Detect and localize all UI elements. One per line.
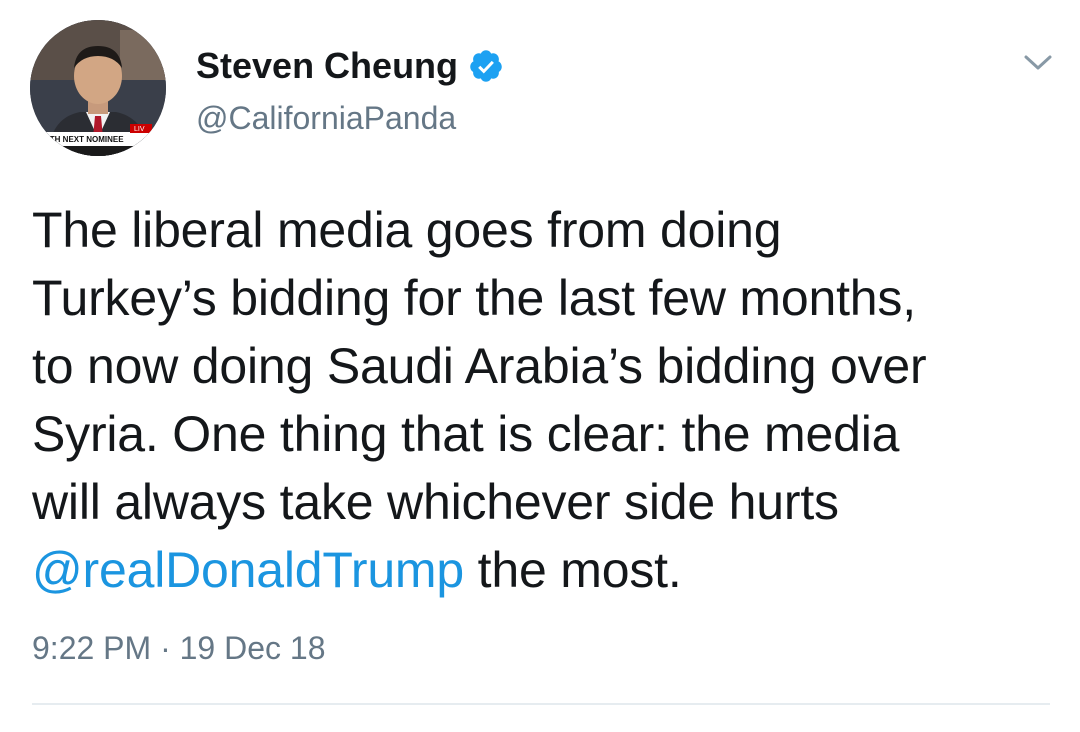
tweet-timestamp[interactable]: 9:22 PM · 19 Dec 18 — [32, 626, 325, 670]
tweet-text-line: will always take whichever side hurts — [32, 474, 839, 530]
avatar-caption: WITH NEXT NOMINEE — [40, 135, 124, 144]
author-name-row[interactable]: Steven Cheung — [196, 44, 504, 88]
tweet-text-line: The liberal media goes from doing — [32, 202, 782, 258]
tweet-date: 19 Dec 18 — [179, 630, 326, 666]
chevron-down-icon[interactable] — [1020, 48, 1056, 76]
avatar-image: LIV WITH NEXT NOMINEE — [30, 20, 166, 156]
avatar[interactable]: LIV WITH NEXT NOMINEE — [30, 20, 166, 156]
meta-separator: · — [151, 630, 180, 666]
verified-badge-icon — [468, 48, 504, 84]
author-display-name[interactable]: Steven Cheung — [196, 44, 458, 88]
tweet-text: The liberal media goes from doing Turkey… — [32, 196, 1052, 604]
author-handle[interactable]: @CaliforniaPanda — [196, 98, 456, 138]
tweet-time: 9:22 PM — [32, 630, 152, 666]
tweet-text-tail: the most. — [463, 542, 682, 598]
tweet-card: LIV WITH NEXT NOMINEE Steven Cheung @Cal… — [0, 0, 1080, 732]
tweet-text-line: to now doing Saudi Arabia’s bidding over — [32, 338, 927, 394]
tweet-text-line: Syria. One thing that is clear: the medi… — [32, 406, 900, 462]
tweet-text-last-line: @realDonaldTrump the most. — [32, 536, 1052, 604]
tweet-text-line: Turkey’s bidding for the last few months… — [32, 270, 916, 326]
divider — [32, 703, 1050, 705]
avatar-live-text: LIV — [134, 126, 145, 133]
mention-link[interactable]: @realDonaldTrump — [32, 542, 464, 598]
